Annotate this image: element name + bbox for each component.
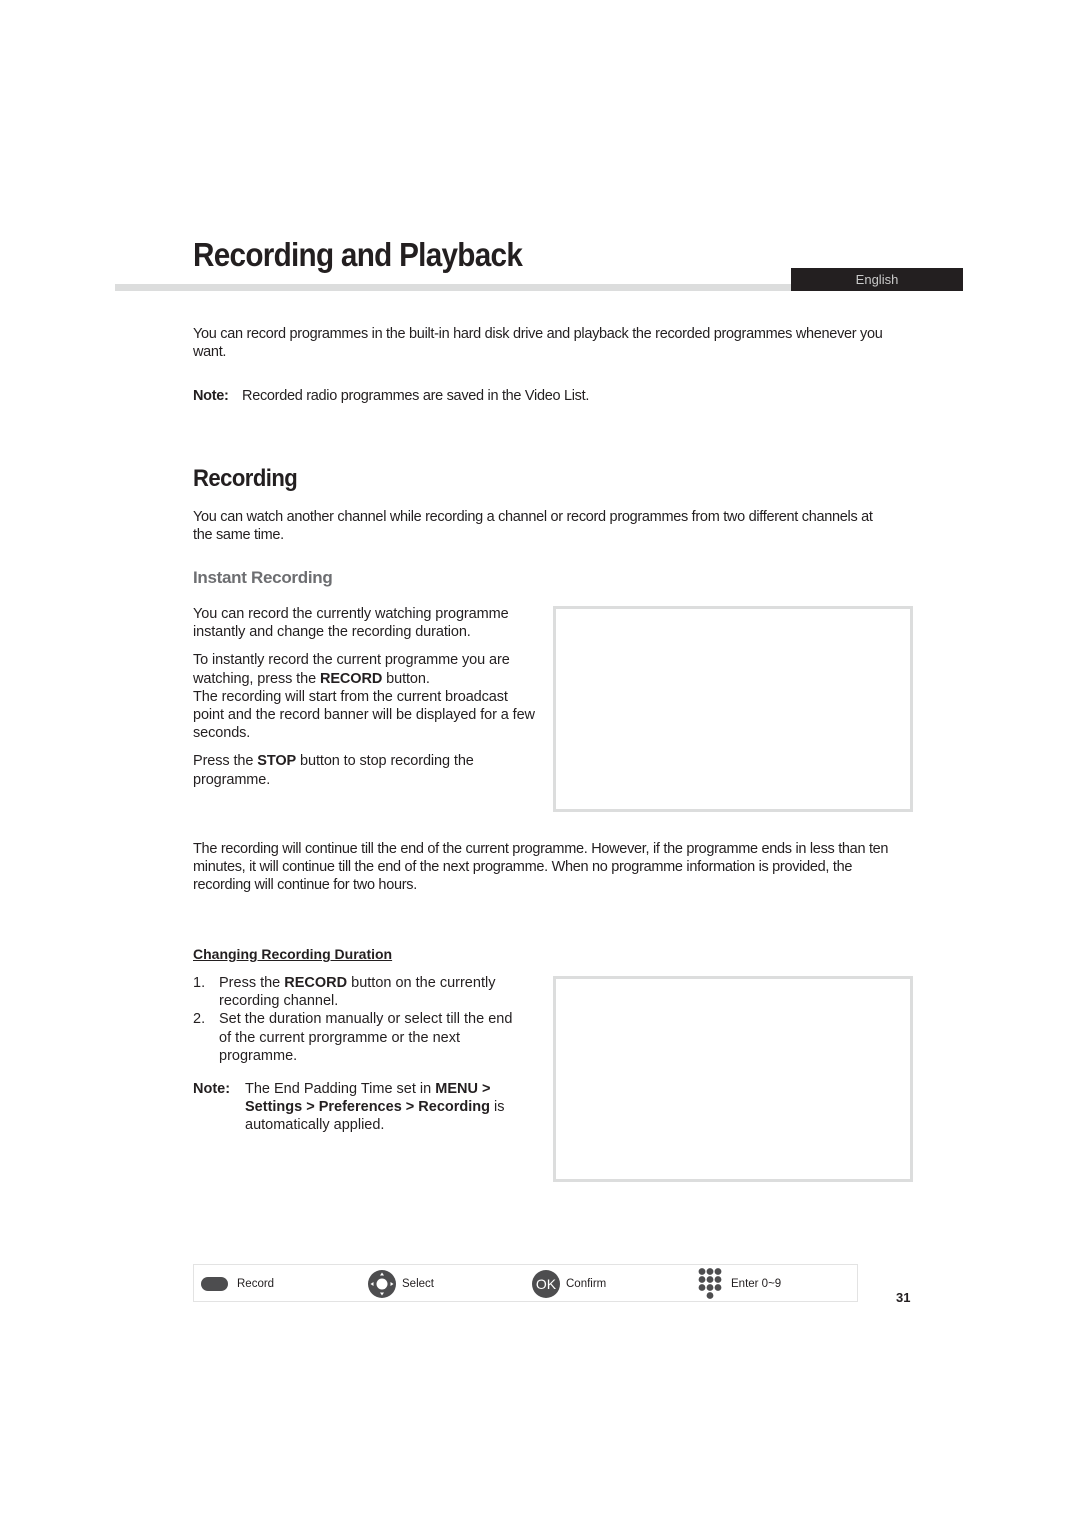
duration-note: Note: The End Padding Time set in MENU >…: [193, 1080, 523, 1135]
page-number: 31: [896, 1290, 911, 1305]
step-item: 2. Set the duration manually or select t…: [193, 1011, 513, 1064]
dpad-icon: [367, 1269, 397, 1299]
step-item: 1. Press the RECORD button on the curren…: [193, 975, 496, 1010]
intro-note: Note: Recorded radio programmes are save…: [193, 387, 893, 405]
instant-p2: To instantly record the current programm…: [193, 652, 510, 687]
note-label: Note:: [193, 1081, 231, 1098]
ok-button-icon: OK: [532, 1270, 560, 1298]
note-text: The End Padding Time set in MENU > Setti…: [245, 1081, 505, 1134]
changing-duration-body: 1. Press the RECORD button on the curren…: [193, 974, 523, 1135]
record-keyword: RECORD: [319, 670, 383, 687]
continue-paragraph: The recording will continue till the end…: [193, 841, 889, 894]
recording-heading: Recording: [193, 465, 298, 492]
page-title: Recording and Playback: [193, 236, 523, 273]
intro-paragraph: You can record programmes in the built-i…: [193, 326, 883, 361]
instant-p4: Press the STOP button to stop recording …: [193, 753, 474, 788]
legend-item-record: Record: [201, 1265, 274, 1303]
instant-p3: The recording will start from the curren…: [193, 688, 535, 742]
legend-item-select: Select: [367, 1265, 434, 1303]
screenshot-placeholder-record-banner: [553, 606, 913, 812]
numeric-keypad-icon: [697, 1267, 723, 1301]
instant-recording-heading: Instant Recording: [193, 568, 333, 587]
changing-duration-heading: Changing Recording Duration: [193, 946, 393, 962]
title-rule: [115, 284, 795, 291]
record-button-icon: [201, 1277, 228, 1291]
instant-recording-text: You can record the currently watching pr…: [193, 605, 541, 799]
note-label: Note:: [193, 388, 229, 404]
recording-paragraph: You can watch another channel while reco…: [193, 509, 873, 544]
button-legend: Record Select OK Confirm Enter 0~9: [193, 1264, 858, 1302]
language-tab: English: [791, 268, 963, 291]
legend-item-enter: Enter 0~9: [697, 1265, 781, 1303]
screenshot-placeholder-duration: [553, 976, 913, 1182]
instant-p1: You can record the currently watching pr…: [193, 606, 509, 641]
note-text: Recorded radio programmes are saved in t…: [242, 388, 590, 404]
steps-list: 1. Press the RECORD button on the curren…: [193, 974, 523, 1065]
legend-item-confirm: OK Confirm: [532, 1265, 606, 1303]
stop-keyword: STOP: [257, 753, 297, 770]
